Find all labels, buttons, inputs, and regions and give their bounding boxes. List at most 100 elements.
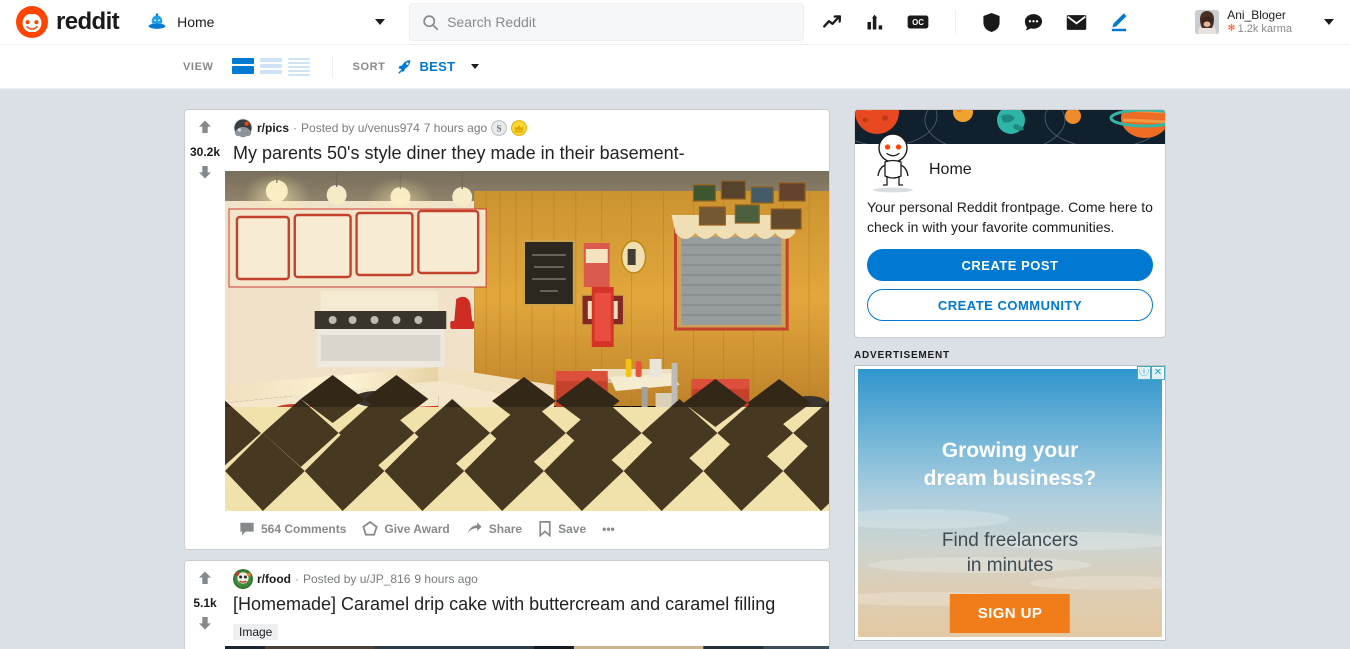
chevron-down-icon: [1324, 19, 1334, 25]
create-community-button[interactable]: CREATE COMMUNITY: [867, 289, 1153, 322]
info-icon[interactable]: ⓘ: [1137, 366, 1151, 381]
envelope-icon[interactable]: [1066, 14, 1087, 31]
ad-subtext-line2: in minutes: [966, 554, 1054, 576]
silver-award-icon[interactable]: S: [491, 120, 508, 136]
post-card[interactable]: 5.1k r/food · Posted by u/JP_816 9 hours…: [184, 560, 830, 649]
svg-text:OC: OC: [912, 18, 924, 27]
community-selector[interactable]: Home: [147, 4, 395, 40]
comments-label: 564 Comments: [261, 522, 347, 537]
vote-score: 5.1k: [193, 596, 217, 611]
ad-headline: Growing your dream business?: [858, 437, 1162, 492]
post-meta: r/pics · Posted by u/venus974 7 hours ag…: [225, 118, 829, 138]
post-title[interactable]: My parents 50's style diner they made in…: [225, 138, 829, 171]
top-navigation-bar: reddit Home Search Reddit OC Ani_Bloger …: [0, 0, 1350, 45]
share-icon: [467, 522, 482, 534]
reddit-logo[interactable]: reddit: [16, 6, 120, 38]
subreddit-link[interactable]: r/pics: [257, 121, 289, 135]
view-sort-bar: VIEW SORT BEST: [0, 45, 1350, 89]
more-options-button[interactable]: •••: [596, 516, 621, 542]
karma-label: 1.2k karma: [1237, 22, 1292, 35]
ad-subtext-line1: Find freelancers: [941, 530, 1079, 552]
user-karma: ❄ 1.2k karma: [1227, 23, 1292, 36]
post-image[interactable]: [225, 171, 829, 512]
snoo-face-icon: [22, 14, 42, 33]
sort-label: SORT: [352, 60, 386, 73]
nav-divider: [955, 10, 957, 34]
search-bar[interactable]: [409, 3, 805, 41]
advertisement-section: ADVERTISEMENT ⓘ ✕ Growing your dream bus…: [854, 350, 1166, 642]
comments-button[interactable]: 564 Comments: [233, 515, 352, 543]
subreddit-avatar: [233, 569, 253, 590]
upvote-button[interactable]: [196, 569, 214, 592]
chevron-down-icon: [375, 19, 386, 25]
post-card[interactable]: 30.2k r/pics · Posted by u/venus974 7 ho…: [184, 109, 830, 551]
sidebar-description: Your personal Reddit frontpage. Come her…: [867, 199, 1153, 235]
sort-selector[interactable]: BEST: [397, 59, 480, 75]
user-menu[interactable]: Ani_Bloger ❄ 1.2k karma: [1189, 4, 1340, 40]
downvote-button[interactable]: [196, 163, 214, 186]
advertisement-box[interactable]: ⓘ ✕ Growing your dream business? Find fr…: [854, 365, 1166, 642]
karma-flower-icon: ❄: [1227, 23, 1236, 35]
reddit-snoo-icon: [16, 6, 48, 38]
diner-photo: [225, 171, 829, 512]
vote-column: 30.2k: [185, 110, 225, 550]
post-feed: 30.2k r/pics · Posted by u/venus974 7 ho…: [184, 109, 830, 649]
post-author[interactable]: Posted by u/venus974: [301, 121, 420, 135]
sidebar: Home Your personal Reddit frontpage. Com…: [854, 109, 1166, 649]
downvote-button[interactable]: [196, 614, 214, 637]
sort-value: BEST: [419, 59, 456, 74]
save-button[interactable]: Save: [532, 515, 592, 543]
subreddit-link[interactable]: r/food: [257, 572, 291, 586]
pencil-create-icon[interactable]: [1109, 12, 1128, 32]
svg-text:S: S: [497, 124, 502, 134]
post-actions: 564 Comments Give Award Share Save •••: [225, 511, 829, 549]
reddit-snoo-mascot: [867, 123, 919, 194]
community-selector-label: Home: [177, 14, 215, 30]
view-options: [231, 57, 310, 76]
oc-badge-icon[interactable]: OC: [907, 14, 929, 30]
post-body: r/pics · Posted by u/venus974 7 hours ag…: [225, 110, 829, 549]
gold-award-icon[interactable]: [511, 120, 528, 136]
comment-icon: [240, 523, 254, 536]
reddit-wordmark: reddit: [56, 8, 120, 35]
advertisement-label: ADVERTISEMENT: [854, 350, 950, 362]
rocket-icon: [398, 59, 412, 74]
share-label: Share: [488, 522, 523, 537]
nav-icon-group: OC: [822, 10, 1128, 34]
search-icon: [423, 14, 439, 30]
vote-column: 5.1k: [185, 561, 225, 649]
give-award-button[interactable]: Give Award: [356, 515, 455, 543]
page-content: 30.2k r/pics · Posted by u/venus974 7 ho…: [0, 89, 1350, 649]
post-title[interactable]: [Homemade] Caramel drip cake with butter…: [225, 589, 829, 622]
ad-signup-button[interactable]: SIGN UP: [949, 594, 1071, 634]
upvote-button[interactable]: [196, 118, 214, 141]
ad-creative[interactable]: Growing your dream business? Find freela…: [858, 369, 1162, 638]
post-timestamp: 7 hours ago: [423, 121, 488, 135]
save-label: Save: [558, 522, 587, 537]
shield-icon[interactable]: [982, 12, 1001, 33]
post-meta: r/food · Posted by u/JP_816 9 hours ago: [225, 569, 829, 590]
meta-separator: ·: [295, 572, 299, 587]
home-snoo-icon: [148, 13, 166, 29]
bookmark-icon: [539, 521, 551, 538]
post-author[interactable]: Posted by u/JP_816: [303, 572, 410, 586]
user-meta: Ani_Bloger ❄ 1.2k karma: [1227, 8, 1292, 36]
avatar: [1195, 10, 1220, 34]
bar-chart-icon[interactable]: [865, 12, 885, 32]
create-post-button[interactable]: CREATE POST: [867, 249, 1153, 282]
vote-score: 30.2k: [189, 145, 221, 159]
sidebar-title: Home: [929, 161, 972, 178]
view-card-button[interactable]: [231, 57, 254, 76]
trending-icon[interactable]: [822, 12, 843, 33]
chat-bubble-icon[interactable]: [1023, 12, 1044, 33]
view-label: VIEW: [183, 60, 214, 73]
search-input[interactable]: [447, 14, 792, 30]
view-classic-button[interactable]: [287, 57, 310, 76]
ad-headline-line2: dream business?: [923, 466, 1097, 490]
view-compact-button[interactable]: [259, 57, 282, 76]
sortbar-divider: [331, 55, 333, 78]
close-icon[interactable]: ✕: [1151, 366, 1165, 381]
ad-controls: ⓘ ✕: [1137, 366, 1165, 381]
post-flair[interactable]: Image: [233, 623, 279, 640]
share-button[interactable]: Share: [460, 515, 528, 543]
